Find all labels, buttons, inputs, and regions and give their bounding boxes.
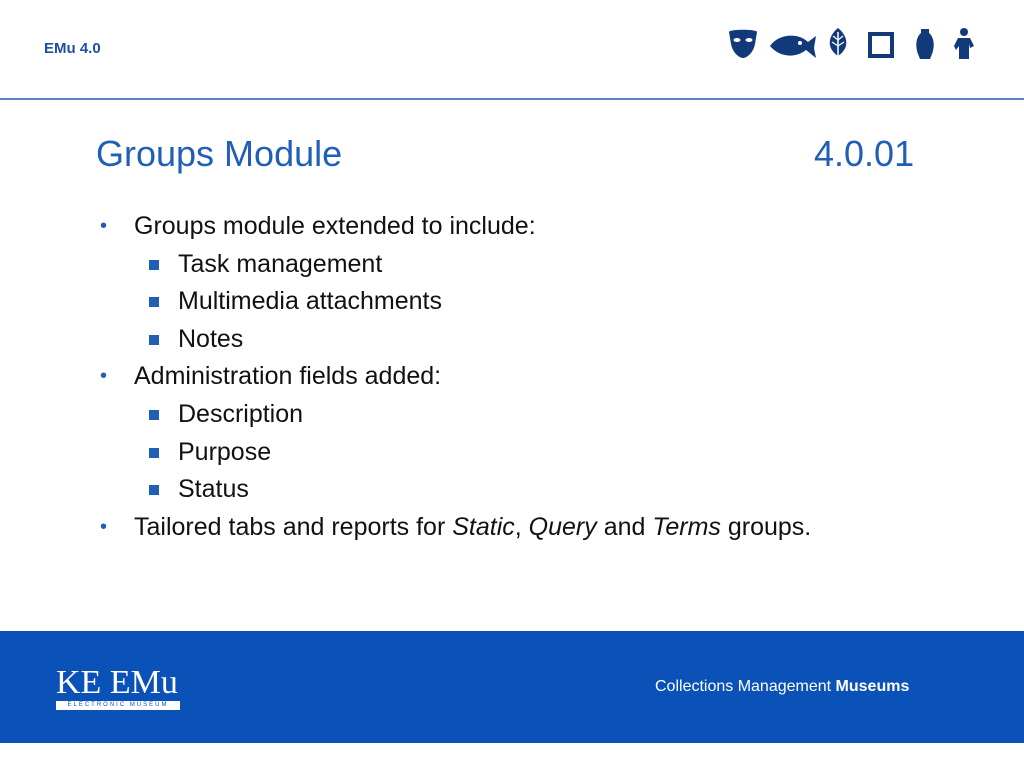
bullet-text-part: and — [596, 512, 653, 541]
museum-icon-strip — [726, 26, 980, 62]
slide-title: Groups Module — [96, 133, 343, 174]
bullet-text-part: groups. — [720, 512, 812, 541]
bullet-text-part-italic: Query — [528, 512, 597, 541]
sub-bullet-item: Description — [96, 396, 956, 434]
sub-bullet-text: Description — [178, 399, 304, 428]
header-title: EMu 4.0 — [44, 40, 101, 57]
bullet-item: • Tailored tabs and reports for Static, … — [96, 509, 956, 547]
leaf-icon — [829, 28, 847, 60]
bullet-item: • Groups module extended to include: — [96, 208, 956, 246]
header-divider — [0, 98, 1024, 100]
bullet-text-part: Tailored tabs and reports for — [134, 512, 453, 541]
sub-bullet-item: Task management — [96, 246, 956, 284]
square-bullet-icon — [149, 485, 159, 496]
sub-bullet-item: Status — [96, 471, 956, 509]
bullet-text: Administration fields added: — [134, 362, 442, 391]
ke-emu-logo: KE EMu ELECTRONIC MUSEUM — [56, 664, 184, 710]
sub-bullet-item: Purpose — [96, 434, 956, 472]
sub-bullet-item: Multimedia attachments — [96, 283, 956, 321]
round-bullet-icon: • — [100, 365, 108, 388]
bullet-item: • Administration fields added: — [96, 358, 956, 396]
logo-text: KE EMu — [56, 664, 178, 701]
square-bullet-icon — [149, 409, 159, 420]
bullet-list: • Groups module extended to include: Tas… — [96, 208, 956, 546]
square-bullet-icon — [149, 259, 159, 270]
sub-bullet-text: Task management — [178, 249, 383, 278]
sub-bullet-text: Notes — [178, 324, 244, 353]
sub-bullet-text: Status — [178, 475, 249, 504]
sub-bullet-item: Notes — [96, 321, 956, 359]
square-bullet-icon — [149, 297, 159, 308]
logo-subtext: ELECTRONIC MUSEUM — [56, 701, 180, 710]
slide-number: 4.0.01 — [814, 133, 915, 174]
statue-icon — [954, 28, 974, 59]
bullet-text-part-italic: Terms — [652, 512, 721, 541]
footer-tagline: Collections Management Museums — [655, 678, 909, 696]
tagline-regular: Collections Management — [655, 678, 836, 695]
mask-icon — [729, 29, 757, 58]
sub-bullet-text: Purpose — [178, 437, 272, 466]
tagline-bold: Museums — [835, 678, 910, 695]
sub-bullet-text: Multimedia attachments — [178, 287, 443, 316]
square-bullet-icon — [149, 334, 159, 345]
frame-icon — [868, 32, 894, 58]
bullet-text-part-italic: Static — [452, 512, 515, 541]
fish-icon — [770, 35, 816, 58]
round-bullet-icon: • — [100, 515, 108, 538]
bullet-text-part: , — [514, 512, 529, 541]
square-bullet-icon — [149, 447, 159, 458]
round-bullet-icon: • — [100, 215, 108, 237]
vase-icon — [916, 29, 934, 59]
bullet-text: Groups module extended to include: — [134, 212, 536, 240]
